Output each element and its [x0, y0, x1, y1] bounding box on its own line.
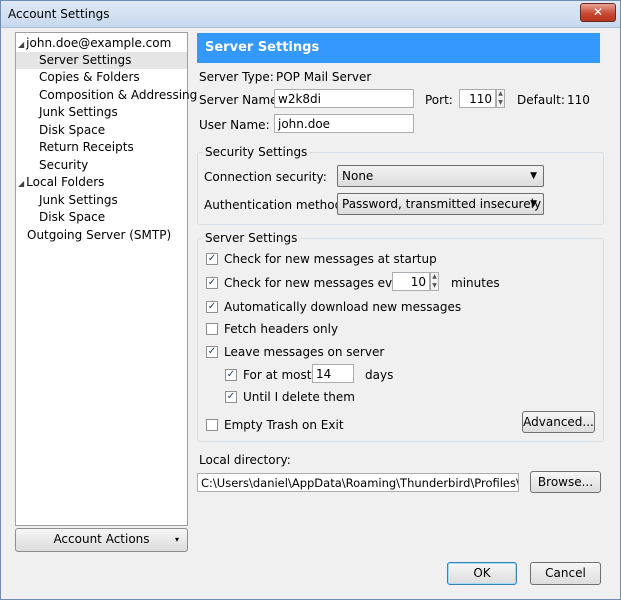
spin-down-icon[interactable]: ▼ — [497, 99, 504, 108]
server-name-input[interactable]: w2k8di — [274, 89, 414, 108]
auth-method-select[interactable]: Password, transmitted insecurely ▼ — [337, 193, 544, 215]
until-delete-checkbox[interactable]: ✓ — [225, 391, 237, 403]
tree-item-copies-folders[interactable]: Copies & Folders — [39, 69, 140, 86]
tree-item-local-disk-space[interactable]: Disk Space — [39, 209, 105, 226]
minutes-label: minutes — [451, 276, 500, 290]
connection-security-select[interactable]: None ▼ — [337, 165, 544, 187]
server-type-label: Server Type: — [199, 70, 274, 84]
empty-trash-checkbox[interactable] — [206, 419, 218, 431]
cancel-button[interactable]: Cancel — [530, 562, 601, 585]
server-settings-title: Server Settings — [203, 231, 300, 245]
server-type-value: POP Mail Server — [276, 70, 372, 84]
tree-item-composition[interactable]: Composition & Addressing — [39, 87, 197, 104]
check-every-label: Check for new messages every — [224, 276, 412, 290]
account-tree[interactable]: ◢ john.doe@example.com Server Settings Co… — [15, 32, 197, 526]
check-every-spinner[interactable]: ▲ ▼ — [430, 272, 439, 291]
tree-account-node[interactable]: ◢ john.doe@example.com — [18, 35, 171, 52]
dropdown-arrow-icon: ▾ — [174, 535, 179, 544]
local-directory-input[interactable]: C:\Users\daniel\AppData\Roaming\Thunderb… — [197, 473, 519, 492]
tree-item-outgoing-server[interactable]: Outgoing Server (SMTP) — [27, 227, 171, 244]
auth-method-label: Authentication method: — [204, 198, 347, 212]
port-input[interactable]: 110 — [459, 89, 496, 108]
chevron-down-icon: ▼ — [530, 199, 537, 209]
user-name-input[interactable]: john.doe — [274, 114, 414, 133]
days-label: days — [365, 368, 394, 382]
ok-button[interactable]: OK — [447, 562, 517, 585]
spin-up-icon[interactable]: ▲ — [497, 90, 504, 99]
tree-item-disk-space[interactable]: Disk Space — [39, 122, 105, 139]
fetch-headers-label: Fetch headers only — [224, 322, 339, 336]
user-name-label: User Name: — [199, 118, 270, 132]
until-delete-label: Until I delete them — [243, 390, 355, 404]
leave-on-server-checkbox[interactable]: ✓ — [206, 346, 218, 358]
for-at-most-label: For at most — [243, 368, 312, 382]
tree-local-folders-node[interactable]: ◢ Local Folders — [18, 174, 104, 191]
window-title: Account Settings — [8, 7, 110, 21]
title-bar: Account Settings ✕ — [1, 1, 620, 28]
expand-icon[interactable]: ◢ — [18, 40, 24, 49]
auto-download-label: Automatically download new messages — [224, 300, 462, 314]
fetch-headers-checkbox[interactable] — [206, 323, 218, 335]
tree-item-security[interactable]: Security — [39, 157, 88, 174]
empty-trash-label: Empty Trash on Exit — [224, 418, 344, 432]
tree-item-junk-settings[interactable]: Junk Settings — [39, 104, 118, 121]
tree-item-local-junk-settings[interactable]: Junk Settings — [39, 192, 118, 209]
tree-item-return-receipts[interactable]: Return Receipts — [39, 139, 134, 156]
expand-icon[interactable]: ◢ — [18, 179, 24, 188]
for-at-most-days-input[interactable]: 14 — [312, 364, 354, 383]
spin-up-icon[interactable]: ▲ — [431, 273, 438, 282]
port-spinner[interactable]: ▲ ▼ — [496, 89, 505, 108]
browse-button[interactable]: Browse... — [530, 471, 601, 493]
connection-security-label: Connection security: — [204, 170, 327, 184]
account-actions-button[interactable]: Account Actions ▾ — [15, 528, 188, 552]
server-name-label: Server Name: — [199, 93, 282, 107]
port-label: Port: — [425, 93, 453, 107]
page-header: Server Settings — [197, 33, 600, 63]
for-at-most-checkbox[interactable]: ✓ — [225, 369, 237, 381]
advanced-button[interactable]: Advanced... — [522, 411, 595, 433]
default-port-label: Default: — [517, 93, 565, 107]
chevron-down-icon: ▼ — [530, 171, 537, 181]
check-every-checkbox[interactable]: ✓ — [206, 277, 218, 289]
check-startup-label: Check for new messages at startup — [224, 252, 437, 266]
spin-down-icon[interactable]: ▼ — [431, 282, 438, 291]
tree-item-server-settings[interactable]: Server Settings — [16, 52, 187, 69]
page-title: Server Settings — [205, 40, 320, 55]
default-port-value: 110 — [567, 93, 590, 107]
local-directory-label: Local directory: — [199, 453, 291, 467]
security-settings-title: Security Settings — [203, 145, 310, 159]
auto-download-checkbox[interactable]: ✓ — [206, 301, 218, 313]
leave-on-server-label: Leave messages on server — [224, 345, 385, 359]
check-every-minutes-input[interactable]: 10 — [392, 272, 430, 291]
close-icon[interactable]: ✕ — [580, 3, 616, 22]
check-startup-checkbox[interactable]: ✓ — [206, 253, 218, 265]
